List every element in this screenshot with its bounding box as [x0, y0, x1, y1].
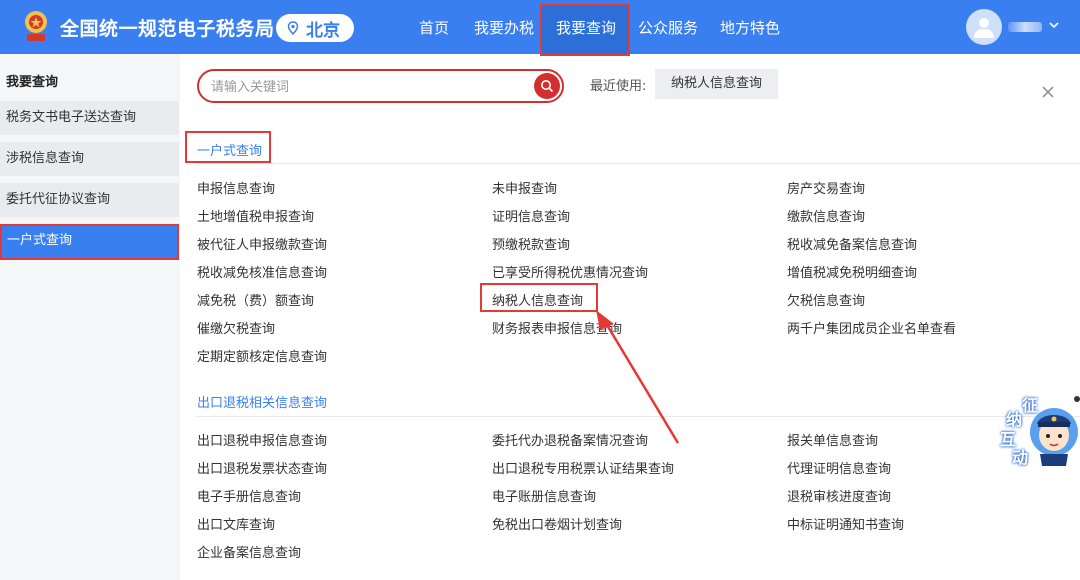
interaction-mascot[interactable]: 征 纳 互 动	[996, 392, 1080, 468]
sidebar-title: 我要查询	[6, 75, 59, 90]
mascot-char-4: 动	[1012, 448, 1029, 467]
export-link[interactable]: 电子账册信息查询	[492, 486, 596, 505]
one-stop-link[interactable]: 申报信息查询	[197, 178, 275, 197]
one-stop-link[interactable]: 增值税减免税明细查询	[787, 262, 917, 281]
chevron-down-icon[interactable]	[1048, 19, 1060, 31]
one-stop-link[interactable]: 两千户集团成员企业名单查看	[787, 318, 956, 337]
search-box	[197, 69, 564, 103]
mascot-char-1: 征	[1022, 396, 1039, 415]
one-stop-link[interactable]: 催缴欠税查询	[197, 318, 275, 337]
export-link[interactable]: 企业备案信息查询	[197, 542, 301, 561]
one-stop-link[interactable]: 税收减免核准信息查询	[197, 262, 327, 281]
site-title: 全国统一规范电子税务局	[60, 18, 275, 40]
sidebar-item-agency-agreement[interactable]: 委托代征协议查询	[0, 183, 179, 217]
search-input[interactable]	[211, 77, 521, 97]
close-icon[interactable]	[1040, 84, 1056, 100]
one-stop-link[interactable]: 欠税信息查询	[787, 290, 865, 309]
top-header: 全国统一规范电子税务局 北京 首页 我要办税 我要查询 公众服务 地方特色	[0, 0, 1080, 56]
export-link[interactable]: 报关单信息查询	[787, 430, 878, 449]
tax-query-page: 全国统一规范电子税务局 北京 首页 我要办税 我要查询 公众服务 地方特色 我要…	[0, 0, 1080, 580]
one-stop-link[interactable]: 税收减免备案信息查询	[787, 234, 917, 253]
red-arrow-annotation	[596, 310, 680, 444]
export-link[interactable]: 中标证明通知书查询	[787, 514, 904, 533]
section-divider	[196, 163, 1080, 164]
search-icon	[541, 80, 554, 93]
recent-item-taxpayer-info[interactable]: 纳税人信息查询	[655, 69, 778, 99]
one-stop-link[interactable]: 证明信息查询	[492, 206, 570, 225]
one-stop-link[interactable]: 被代征人申报缴款查询	[197, 234, 327, 253]
taxpayer-info-highlight-box	[480, 283, 598, 312]
search-button[interactable]	[534, 73, 560, 99]
nav-handle-tax[interactable]: 我要办税	[474, 17, 534, 38]
recent-label: 最近使用:	[590, 79, 647, 94]
nav-local-feature[interactable]: 地方特色	[720, 17, 780, 38]
region-selector[interactable]: 北京	[276, 14, 354, 42]
user-name-masked	[1008, 22, 1042, 32]
one-stop-link[interactable]: 土地增值税申报查询	[197, 206, 314, 225]
export-link[interactable]: 电子手册信息查询	[197, 486, 301, 505]
section-title-export-refund: 出口退税相关信息查询	[197, 396, 328, 411]
one-stop-link[interactable]: 未申报查询	[492, 178, 557, 197]
one-stop-link[interactable]: 房产交易查询	[787, 178, 865, 197]
nav-public-service[interactable]: 公众服务	[638, 17, 698, 38]
location-pin-icon	[287, 21, 299, 35]
export-link[interactable]: 免税出口卷烟计划查询	[492, 514, 622, 533]
nav-query[interactable]: 我要查询	[556, 17, 616, 38]
one-stop-link[interactable]: 已享受所得税优惠情况查询	[492, 262, 648, 281]
sidebar-item-tax-info[interactable]: 涉税信息查询	[0, 142, 179, 176]
tax-emblem-logo	[25, 11, 47, 41]
export-link[interactable]: 代理证明信息查询	[787, 458, 891, 477]
one-stop-link[interactable]: 缴款信息查询	[787, 206, 865, 225]
nav-home[interactable]: 首页	[419, 17, 449, 38]
sidebar: 我要查询 税务文书电子送达查询 涉税信息查询 委托代征协议查询 一户式查询	[0, 54, 180, 580]
one-stop-link[interactable]: 减免税（费）额查询	[197, 290, 314, 309]
section-title-one-stop: 一户式查询	[197, 144, 263, 159]
side-dot	[1074, 396, 1080, 402]
export-link[interactable]: 出口文库查询	[197, 514, 275, 533]
one-stop-link[interactable]: 定期定额核定信息查询	[197, 346, 327, 365]
export-link[interactable]: 出口退税专用税票认证结果查询	[492, 458, 674, 477]
export-link[interactable]: 出口退税发票状态查询	[197, 458, 327, 477]
sidebar-item-one-stop-query[interactable]: 一户式查询	[0, 224, 179, 260]
export-link[interactable]: 退税审核进度查询	[787, 486, 891, 505]
sidebar-item-document-delivery[interactable]: 税务文书电子送达查询	[0, 101, 179, 135]
user-avatar[interactable]	[966, 9, 1002, 45]
region-label: 北京	[306, 20, 340, 41]
one-stop-link[interactable]: 预缴税款查询	[492, 234, 570, 253]
export-link[interactable]: 出口退税申报信息查询	[197, 430, 327, 449]
user-icon	[974, 18, 994, 38]
